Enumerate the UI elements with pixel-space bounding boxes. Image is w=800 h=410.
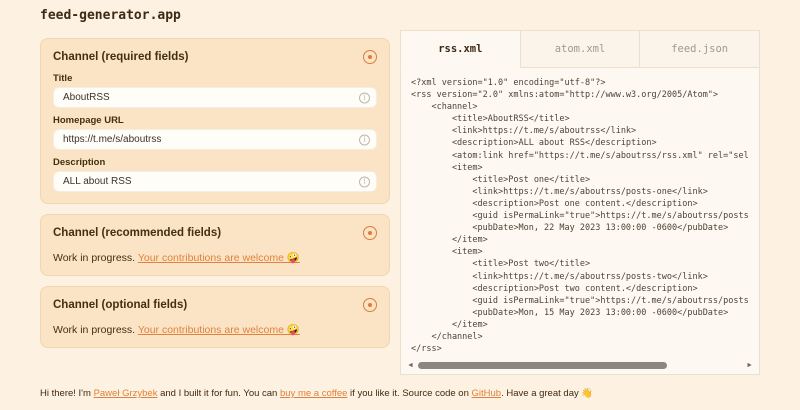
panel-optional-header: Channel (optional fields): [53, 296, 377, 314]
horizontal-scrollbar[interactable]: ◄ ►: [407, 361, 753, 370]
homepage-url-field-label: Homepage URL: [53, 115, 377, 126]
github-link[interactable]: GitHub: [472, 388, 502, 399]
panel-optional-title: Channel (optional fields): [53, 299, 187, 311]
scrollbar-thumb[interactable]: [418, 362, 667, 369]
tab-atom-xml[interactable]: atom.xml: [520, 30, 641, 68]
author-link[interactable]: Paweł Grzybek: [94, 388, 158, 399]
scroll-right-arrow-icon[interactable]: ►: [746, 362, 753, 369]
title-input[interactable]: [53, 87, 377, 108]
info-circle-icon[interactable]: i: [359, 134, 370, 145]
homepage-url-input-wrap: i: [53, 129, 377, 150]
collapse-panel-icon[interactable]: [363, 298, 377, 312]
code-output-panel: <?xml version="1.0" encoding="utf-8"?> <…: [400, 68, 760, 375]
contributions-link[interactable]: Your contributions are welcome 🤪: [138, 252, 300, 264]
panel-required-header: Channel (required fields): [53, 48, 377, 66]
panel-required-fields: Channel (required fields) Title i Homepa…: [40, 38, 390, 204]
wip-label: Work in progress.: [53, 324, 138, 336]
footer-text: if you like it. Source code on: [347, 388, 471, 399]
output-tabs: rss.xml atom.xml feed.json: [400, 30, 760, 68]
tab-feed-json[interactable]: feed.json: [639, 30, 760, 68]
wip-label: Work in progress.: [53, 252, 138, 264]
footer: Hi there! I'm Paweł Grzybek and I built …: [40, 388, 593, 399]
tab-rss-xml[interactable]: rss.xml: [400, 30, 521, 68]
panel-recommended-header: Channel (recommended fields): [53, 224, 377, 242]
description-input[interactable]: [53, 171, 377, 192]
rss-xml-code: <?xml version="1.0" encoding="utf-8"?> <…: [411, 77, 749, 358]
page-title: feed-generator.app: [40, 8, 181, 23]
scroll-left-arrow-icon[interactable]: ◄: [407, 362, 414, 369]
panel-recommended-title: Channel (recommended fields): [53, 227, 221, 239]
form-column: Channel (required fields) Title i Homepa…: [40, 38, 390, 358]
collapse-panel-icon[interactable]: [363, 50, 377, 64]
footer-text: . Have a great day 👋: [501, 388, 593, 399]
title-field-label: Title: [53, 73, 377, 84]
collapse-panel-icon[interactable]: [363, 226, 377, 240]
footer-text: and I built it for fun. You can: [157, 388, 280, 399]
contributions-link[interactable]: Your contributions are welcome 🤪: [138, 324, 300, 336]
buy-me-a-coffee-link[interactable]: buy me a coffee: [280, 388, 347, 399]
panel-optional-fields: Channel (optional fields) Work in progre…: [40, 286, 390, 348]
work-in-progress-text: Work in progress. Your contributions are…: [53, 251, 377, 264]
title-input-wrap: i: [53, 87, 377, 108]
panel-recommended-fields: Channel (recommended fields) Work in pro…: [40, 214, 390, 276]
description-input-wrap: i: [53, 171, 377, 192]
work-in-progress-text: Work in progress. Your contributions are…: [53, 323, 377, 336]
footer-text: Hi there! I'm: [40, 388, 94, 399]
description-field-label: Description: [53, 157, 377, 168]
info-circle-icon[interactable]: i: [359, 176, 370, 187]
panel-required-title: Channel (required fields): [53, 51, 188, 63]
homepage-url-input[interactable]: [53, 129, 377, 150]
output-column: rss.xml atom.xml feed.json <?xml version…: [400, 30, 760, 375]
info-circle-icon[interactable]: i: [359, 92, 370, 103]
